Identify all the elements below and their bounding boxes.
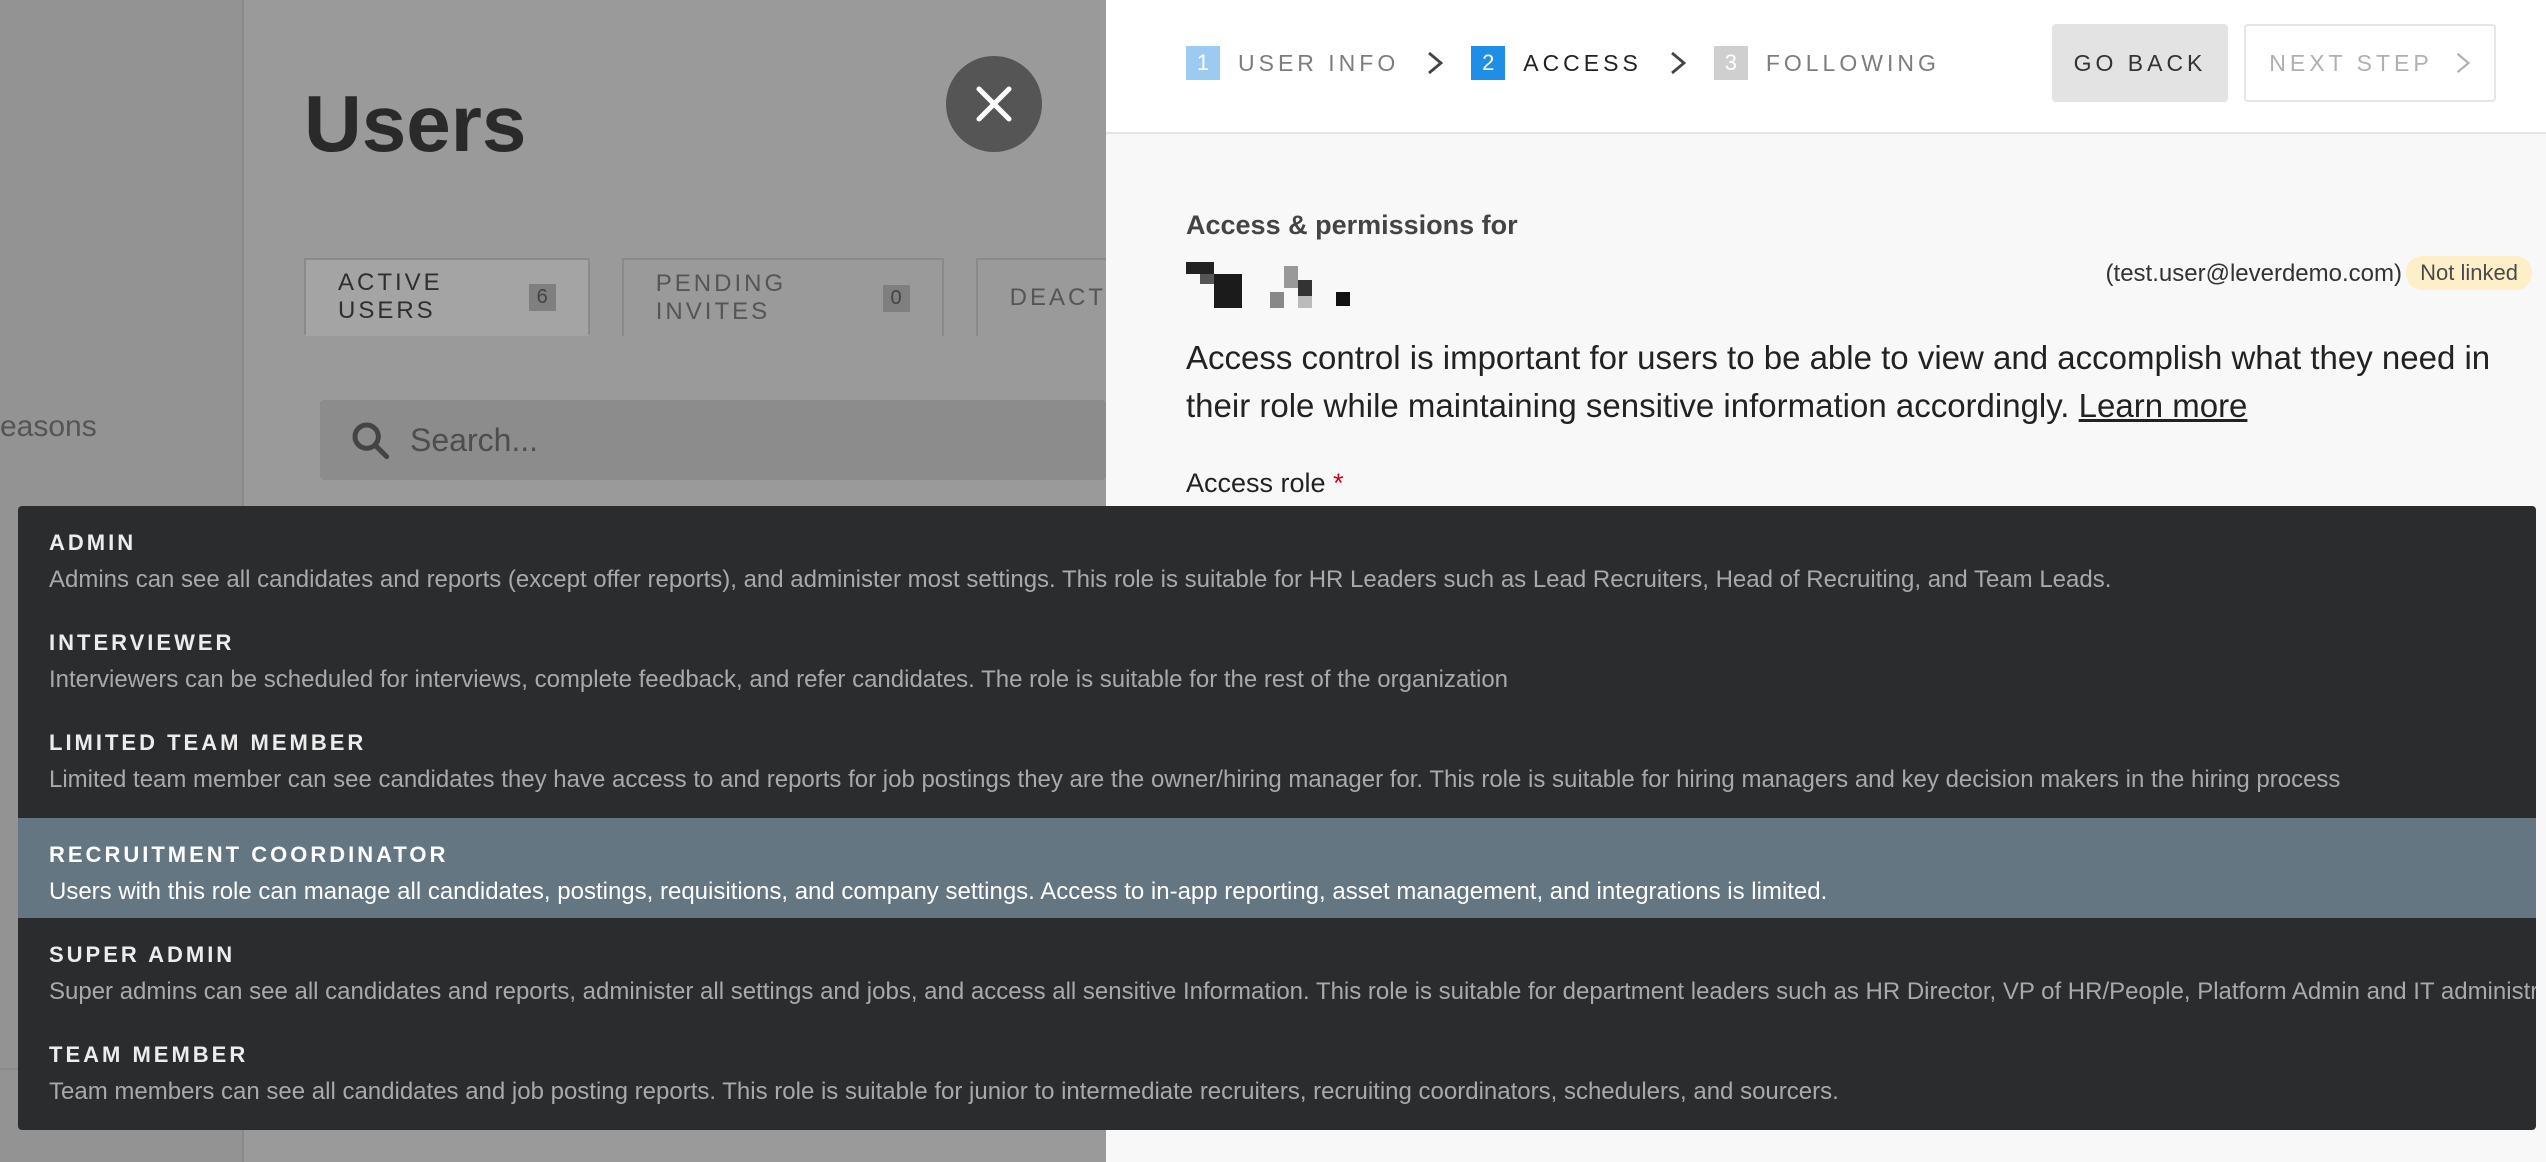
- tab-count: 6: [528, 283, 556, 311]
- role-description: Limited team member can see candidates t…: [49, 766, 2341, 793]
- learn-more-link[interactable]: Learn more: [2079, 387, 2248, 424]
- permissions-heading: Access & permissions for: [1186, 210, 1518, 240]
- step-label: FOLLOWING: [1765, 49, 1940, 76]
- search-input[interactable]: Search...: [410, 422, 538, 459]
- step-number: 1: [1186, 46, 1220, 80]
- role-description: Interviewers can be scheduled for interv…: [49, 666, 1509, 693]
- close-icon: [976, 86, 1012, 122]
- users-tabs: ACTIVE USERS 6 PENDING INVITES 0 DEACT: [304, 258, 1106, 336]
- role-description: Team members can see all candidates and …: [49, 1078, 1839, 1105]
- step-label: USER INFO: [1238, 49, 1400, 76]
- tab-pending-invites[interactable]: PENDING INVITES 0: [621, 258, 944, 336]
- role-name: RECRUITMENT COORDINATOR: [49, 842, 449, 867]
- role-option-interviewer[interactable]: INTERVIEWER Interviewers can be schedule…: [18, 606, 2536, 706]
- user-email: (test.user@leverdemo.com): [2105, 260, 2402, 287]
- step-user-info[interactable]: 1 USER INFO: [1186, 46, 1399, 80]
- search-icon: [352, 422, 390, 460]
- role-option-limited-team-member[interactable]: LIMITED TEAM MEMBER Limited team member …: [18, 706, 2536, 806]
- role-description: Super admins can see all candidates and …: [49, 978, 2536, 1005]
- role-name: ADMIN: [49, 530, 137, 555]
- status-badge: Not linked: [2406, 256, 2532, 290]
- role-name: TEAM MEMBER: [49, 1042, 249, 1067]
- role-name: INTERVIEWER: [49, 630, 235, 655]
- sidebar-item-label: easons: [0, 410, 97, 443]
- access-role-dropdown[interactable]: ADMIN Admins can see all candidates and …: [18, 506, 2536, 1130]
- step-following[interactable]: 3 FOLLOWING: [1713, 46, 1940, 80]
- role-option-admin[interactable]: ADMIN Admins can see all candidates and …: [18, 506, 2536, 606]
- chevron-right-icon: [1428, 51, 1444, 75]
- tab-label: ACTIVE USERS: [338, 269, 443, 324]
- role-label-text: Access role: [1186, 468, 1326, 498]
- role-name: SUPER ADMIN: [49, 942, 236, 967]
- tab-active-users[interactable]: ACTIVE USERS 6: [304, 258, 590, 336]
- role-description: Users with this role can manage all cand…: [49, 878, 1828, 905]
- chevron-right-icon: [2456, 52, 2470, 74]
- role-option-super-admin[interactable]: SUPER ADMIN Super admins can see all can…: [18, 918, 2536, 1018]
- next-step-label: NEXT STEP: [2269, 49, 2433, 76]
- role-description: Admins can see all candidates and report…: [49, 566, 2112, 593]
- tab-label: PENDING INVITES: [655, 270, 787, 325]
- page-title: Users: [304, 79, 527, 168]
- access-description: Access control is important for users to…: [1186, 334, 2506, 430]
- required-marker: *: [1333, 468, 1344, 498]
- role-option-recruitment-coordinator[interactable]: RECRUITMENT COORDINATOR Users with this …: [18, 818, 2536, 918]
- step-access[interactable]: 2 ACCESS: [1471, 46, 1642, 80]
- chevron-right-icon: [1670, 51, 1687, 75]
- tab-label: DEACT: [1009, 284, 1106, 311]
- wizard-header: 1 USER INFO 2 ACCESS 3 FOLLOWING GO BACK…: [1106, 0, 2546, 134]
- access-role-label: Access role *: [1186, 468, 1344, 499]
- close-button[interactable]: [946, 56, 1042, 152]
- role-option-team-member[interactable]: TEAM MEMBER Team members can see all can…: [18, 1018, 2536, 1118]
- tab-deactivated[interactable]: DEACT: [975, 258, 1106, 336]
- go-back-button[interactable]: GO BACK: [2052, 24, 2228, 102]
- step-number: 2: [1471, 46, 1506, 80]
- step-label: ACCESS: [1523, 49, 1642, 76]
- role-name: LIMITED TEAM MEMBER: [49, 730, 367, 755]
- step-number: 3: [1713, 46, 1748, 80]
- description-text: Access control is important for users to…: [1186, 339, 2491, 424]
- redacted-name: [1186, 262, 1350, 308]
- search-bar[interactable]: Search...: [320, 400, 1106, 480]
- next-step-button[interactable]: NEXT STEP: [2244, 24, 2496, 102]
- wizard-steps: 1 USER INFO 2 ACCESS 3 FOLLOWING: [1186, 46, 1940, 80]
- tab-count: 0: [882, 284, 910, 312]
